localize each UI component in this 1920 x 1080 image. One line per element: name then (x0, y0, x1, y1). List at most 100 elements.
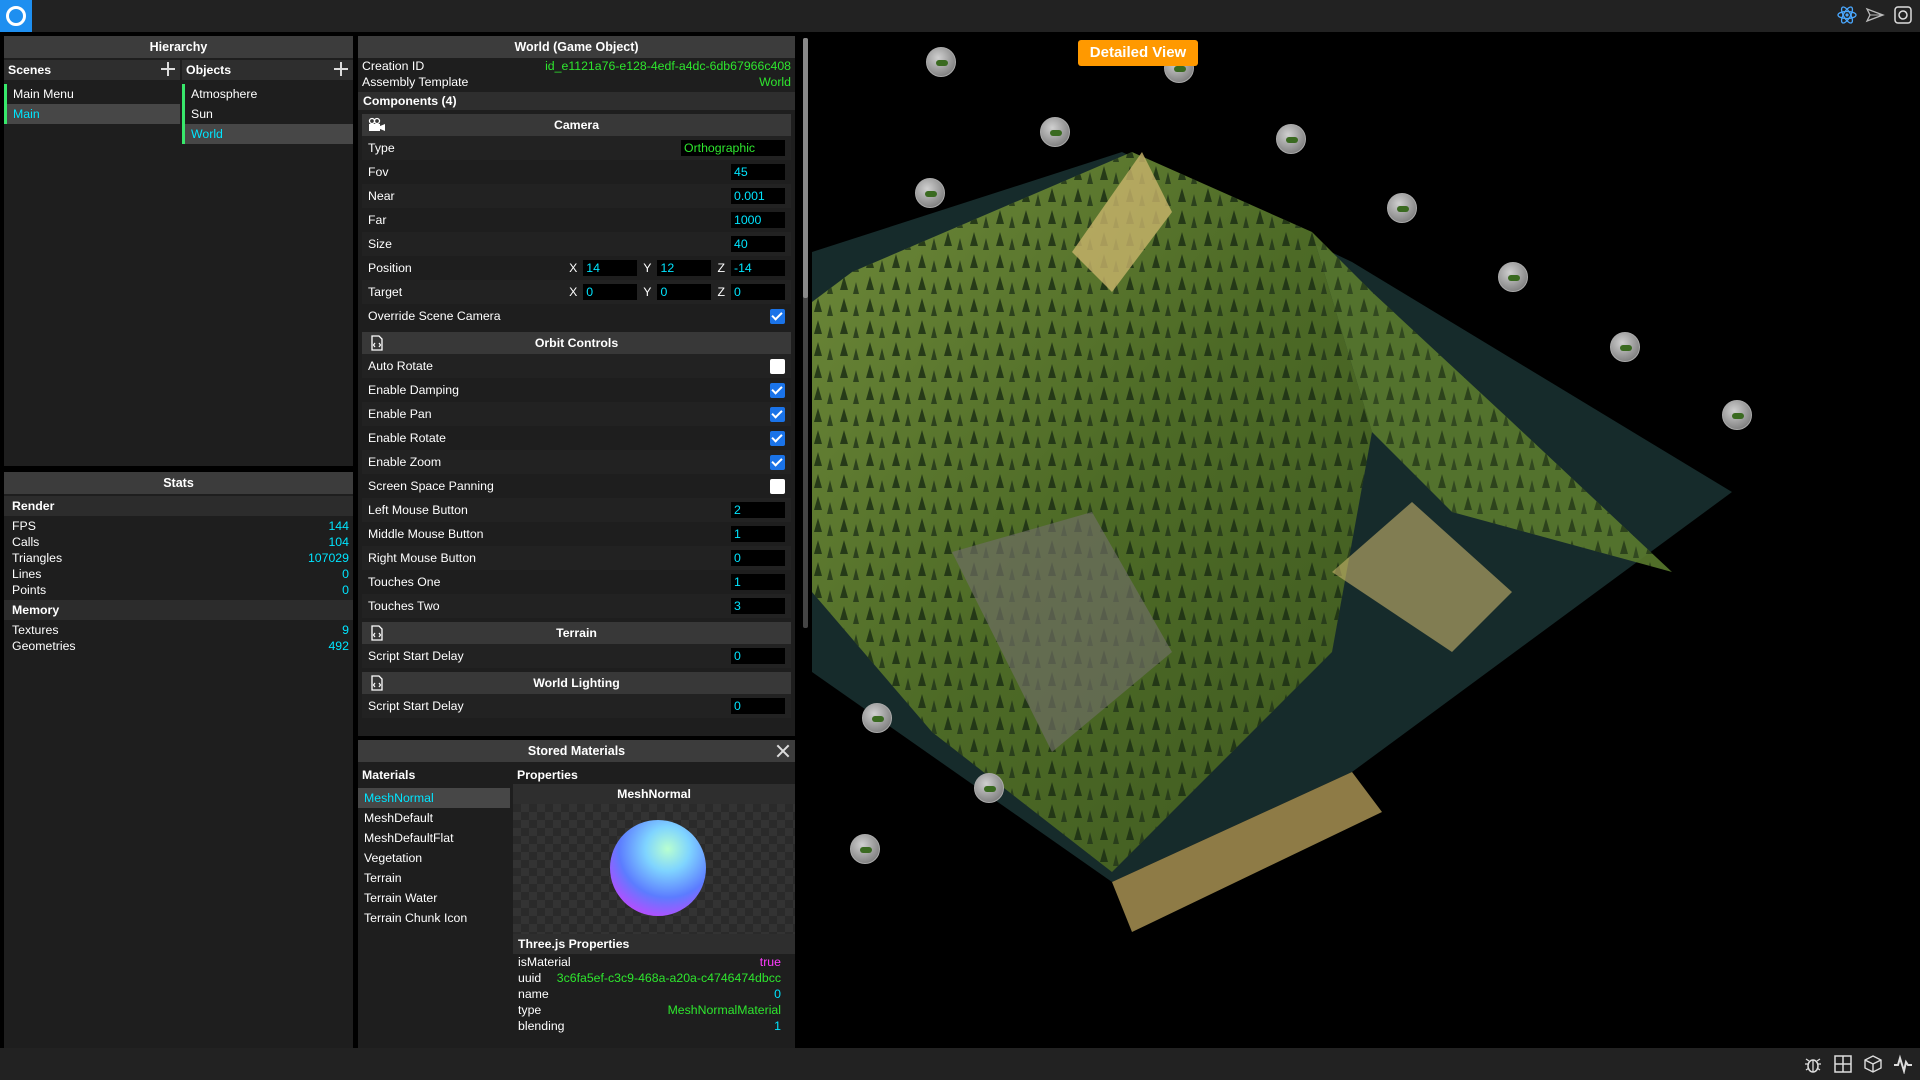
scene-viewport[interactable] (812, 32, 1920, 1048)
material-item[interactable]: MeshDefaultFlat (358, 828, 510, 848)
field-label: Auto Rotate (368, 359, 433, 373)
materials-title: Stored Materials (527, 744, 626, 758)
lighting-delay-input[interactable]: 0 (731, 698, 785, 714)
stored-materials-panel: Stored Materials Materials Properties Me… (358, 740, 795, 1048)
terrain-chunk-icon[interactable] (926, 47, 956, 77)
terrain-render (812, 152, 1732, 932)
grid-layout-icon[interactable] (1832, 1053, 1854, 1075)
material-item[interactable]: MeshDefault (358, 808, 510, 828)
scene-item-main[interactable]: Main (4, 104, 180, 124)
terrain-chunk-icon[interactable] (862, 703, 892, 733)
enable-pan-checkbox[interactable] (770, 407, 785, 422)
stat-value: 0 (342, 583, 349, 597)
stat-label: Textures (12, 623, 59, 637)
middle-mouse-input[interactable]: 1 (731, 526, 785, 542)
object-item-atmosphere[interactable]: Atmosphere (182, 84, 353, 104)
prop-label: type (518, 1003, 542, 1017)
add-object-icon[interactable] (333, 61, 349, 77)
left-mouse-input[interactable]: 2 (731, 502, 785, 518)
camera-size-input[interactable]: 40 (731, 236, 785, 252)
camera-type-select[interactable]: Orthographic (681, 140, 785, 156)
scene-item-main-menu[interactable]: Main Menu (4, 84, 180, 104)
touches-two-input[interactable]: 3 (731, 598, 785, 614)
stat-row: Lines 0 (4, 566, 353, 582)
target-y-input[interactable]: 0 (657, 284, 712, 300)
enable-rotate-checkbox[interactable] (770, 431, 785, 446)
terrain-chunk-icon[interactable] (1040, 117, 1070, 147)
stat-label: Lines (12, 567, 42, 581)
terrain-chunk-icon[interactable] (915, 178, 945, 208)
camera-section-header[interactable]: Camera (362, 114, 791, 136)
target-x-input[interactable]: 0 (583, 284, 638, 300)
terrain-section-title: Terrain (556, 626, 597, 640)
material-item[interactable]: Terrain Chunk Icon (358, 908, 510, 928)
material-item[interactable]: Terrain (358, 868, 510, 888)
stat-value: 107029 (307, 551, 349, 565)
field-label: Fov (368, 165, 389, 179)
video-camera-icon (368, 117, 386, 133)
stat-label: Triangles (12, 551, 63, 565)
terrain-chunk-icon[interactable] (1610, 332, 1640, 362)
close-icon[interactable] (775, 743, 791, 759)
stats-title: Stats (4, 472, 353, 494)
screen-space-panning-checkbox[interactable] (770, 479, 785, 494)
creation-id-value: id_e1121a76-e128-4edf-a4dc-6db67966c408 (545, 59, 791, 73)
terrain-chunk-icon[interactable] (1498, 262, 1528, 292)
camera-far-input[interactable]: 1000 (731, 212, 785, 228)
field-label: Left Mouse Button (368, 503, 468, 517)
cubes-icon[interactable] (1862, 1053, 1884, 1075)
stat-row: FPS 144 (4, 518, 353, 534)
bug-icon[interactable] (1802, 1053, 1824, 1075)
terrain-section-header[interactable]: Terrain (362, 622, 791, 644)
camera-section-title: Camera (553, 118, 600, 132)
object-item-sun[interactable]: Sun (182, 104, 353, 124)
terrain-delay-input[interactable]: 0 (731, 648, 785, 664)
position-x-input[interactable]: 14 (583, 260, 638, 276)
enable-zoom-row: Enable Zoom (362, 450, 791, 474)
script-file-icon (368, 625, 386, 641)
auto-rotate-checkbox[interactable] (770, 359, 785, 374)
camera-capture-icon[interactable] (1892, 4, 1914, 26)
terrain-chunk-icon[interactable] (850, 834, 880, 864)
scenes-header: Scenes (4, 60, 180, 80)
react-atom-icon[interactable] (1836, 4, 1858, 26)
lighting-section-header[interactable]: World Lighting (362, 672, 791, 694)
inspector-scrollbar-thumb[interactable] (803, 38, 808, 298)
orbit-section-header[interactable]: Orbit Controls (362, 332, 791, 354)
terrain-chunk-icon[interactable] (1722, 400, 1752, 430)
override-camera-checkbox[interactable] (770, 309, 785, 324)
camera-fov-input[interactable]: 45 (731, 164, 785, 180)
enable-zoom-checkbox[interactable] (770, 455, 785, 470)
terrain-chunk-icon[interactable] (1387, 193, 1417, 223)
terrain-chunk-icon[interactable] (1276, 124, 1306, 154)
stats-panel: Stats Render FPS 144 Calls 104 Triangles 10… (4, 472, 353, 1048)
material-item[interactable]: Terrain Water (358, 888, 510, 908)
material-item[interactable]: Vegetation (358, 848, 510, 868)
lighting-delay-row: Script Start Delay 0 (362, 694, 791, 718)
camera-position-row: Position X 14 Y 12 Z -14 (362, 256, 791, 280)
position-z-input[interactable]: -14 (731, 260, 785, 276)
stat-label: Calls (12, 535, 40, 549)
detailed-view-button[interactable]: Detailed View (1078, 40, 1198, 66)
camera-near-input[interactable]: 0.001 (731, 188, 785, 204)
send-icon[interactable] (1864, 4, 1886, 26)
enable-damping-checkbox[interactable] (770, 383, 785, 398)
touches-one-input[interactable]: 1 (731, 574, 785, 590)
field-label: Size (368, 237, 392, 251)
middle-mouse-row: Middle Mouse Button 1 (362, 522, 791, 546)
prop-value: 0 (774, 987, 781, 1001)
y-label: Y (643, 285, 652, 299)
x-label: X (569, 261, 578, 275)
app-logo-icon[interactable] (0, 0, 32, 32)
touches-two-row: Touches Two 3 (362, 594, 791, 618)
target-z-input[interactable]: 0 (731, 284, 785, 300)
terrain-chunk-icon[interactable] (974, 773, 1004, 803)
right-mouse-input[interactable]: 0 (731, 550, 785, 566)
object-item-world[interactable]: World (182, 124, 353, 144)
camera-far-row: Far 1000 (362, 208, 791, 232)
position-y-input[interactable]: 12 (657, 260, 712, 276)
add-scene-icon[interactable] (160, 61, 176, 77)
materials-list: MeshNormal MeshDefault MeshDefaultFlat V… (358, 788, 510, 1066)
activity-pulse-icon[interactable] (1892, 1053, 1914, 1075)
material-item[interactable]: MeshNormal (358, 788, 510, 808)
